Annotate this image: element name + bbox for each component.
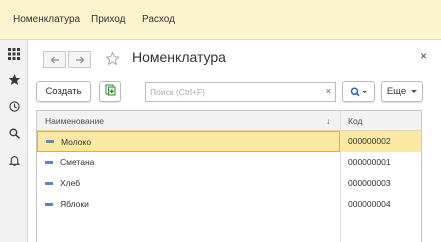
- item-marker-icon: [46, 140, 54, 143]
- row-code: 000000003: [348, 178, 391, 188]
- more-menu-button[interactable]: Еще: [381, 81, 423, 102]
- notifications-bell-icon[interactable]: [4, 150, 24, 170]
- add-to-favorites-star-icon[interactable]: [103, 49, 121, 67]
- search-input[interactable]: [146, 83, 316, 101]
- sort-arrow-icon[interactable]: ↓: [326, 116, 330, 126]
- column-header-code[interactable]: Код: [348, 116, 362, 126]
- create-copy-button[interactable]: [99, 81, 121, 102]
- chevron-down-icon: [411, 90, 418, 93]
- column-header-name[interactable]: Наименование: [45, 116, 104, 126]
- top-menu-bar: Номенклатура Приход Расход: [0, 0, 441, 40]
- search-field[interactable]: ×: [145, 82, 336, 102]
- create-copy-icon: [105, 84, 116, 99]
- search-icon[interactable]: [4, 123, 24, 143]
- forward-button[interactable]: [68, 51, 91, 68]
- row-code: 000000002: [348, 136, 391, 146]
- search-options-button[interactable]: [342, 81, 375, 102]
- table-header: Наименование ↓ Код: [37, 111, 421, 131]
- menu-item-nomenclature[interactable]: Номенклатура: [13, 14, 80, 25]
- row-code: 000000004: [348, 199, 391, 209]
- apps-grid-icon[interactable]: [4, 44, 24, 64]
- table-row[interactable]: Яблоки 000000004: [37, 194, 421, 215]
- favorites-star-icon[interactable]: [4, 69, 24, 89]
- history-icon[interactable]: [4, 96, 24, 116]
- item-marker-icon: [45, 181, 53, 185]
- row-name: Сметана: [60, 157, 95, 167]
- list-form-window: Номенклатура × Создать × Еще Наименовани…: [28, 40, 441, 242]
- item-marker-icon: [45, 202, 53, 206]
- search-dropdown-icon: [350, 86, 367, 96]
- left-panel: [0, 40, 28, 242]
- row-name: Хлеб: [60, 178, 81, 188]
- row-code: 000000001: [348, 157, 391, 167]
- menu-item-outgoing[interactable]: Расход: [142, 14, 175, 25]
- form-title: Номенклатура: [132, 49, 226, 65]
- more-label: Еще: [386, 86, 407, 97]
- clear-search-icon[interactable]: ×: [326, 86, 331, 96]
- close-icon[interactable]: ×: [420, 49, 427, 63]
- items-table: Наименование ↓ Код Молоко 000000002 Смет…: [36, 110, 422, 242]
- menu-item-incoming[interactable]: Приход: [91, 14, 125, 25]
- back-button[interactable]: [43, 51, 66, 68]
- create-button[interactable]: Создать: [36, 81, 91, 102]
- table-row[interactable]: Молоко 000000002: [37, 131, 421, 152]
- item-marker-icon: [45, 160, 53, 164]
- row-name: Яблоки: [60, 199, 89, 209]
- table-row[interactable]: Хлеб 000000003: [37, 173, 421, 194]
- table-row[interactable]: Сметана 000000001: [37, 152, 421, 173]
- row-name: Молоко: [61, 136, 92, 147]
